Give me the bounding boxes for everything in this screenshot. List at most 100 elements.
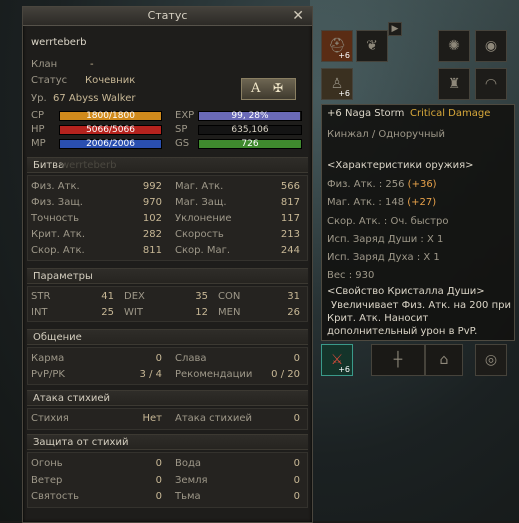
fame-label: Слава <box>175 353 207 364</box>
dark-label: Тьма <box>175 491 201 502</box>
status-window: Статус ✕ werrteberb Клан - Статус Кочевн… <box>22 6 313 523</box>
exp-value: 99, 28% <box>231 111 269 121</box>
pvp-label: PvP/PK <box>31 369 65 380</box>
accuracy-label: Точность <box>31 213 80 224</box>
hp-bar: 5066/5066 <box>59 125 162 135</box>
battle-header-label: Битва <box>33 160 65 171</box>
hp-value: 5066/5066 <box>86 125 135 135</box>
fame-value: 0 <box>293 353 300 364</box>
exp-bar: 99, 28% <box>198 111 302 121</box>
mask-slot[interactable]: ◠ <box>475 68 507 100</box>
battle-panel: Физ. Атк. 992 Физ. Защ. 970 Точность 102… <box>27 175 308 261</box>
accessory-slot[interactable]: ✺ <box>438 30 470 62</box>
character-name: werrteberb <box>31 37 87 48</box>
level-label: Ур. <box>31 93 47 104</box>
offhand-slot[interactable]: ┼ <box>371 344 425 376</box>
gs-label: GS <box>175 138 190 149</box>
tooltip-patk: Физ. Атк. : 256 (+36) <box>327 179 437 190</box>
battle-header: Битва werrteberb <box>27 157 308 173</box>
bracelet-slot[interactable]: ⌂ <box>425 344 463 376</box>
str-value: 41 <box>101 291 114 302</box>
dex-label: DEX <box>124 291 145 302</box>
shield-slot[interactable]: ◉ <box>475 30 507 62</box>
element-defense-header: Защита от стихий <box>27 434 308 450</box>
tooltip-soulshot: Исп. Заряд Души : X 1 <box>327 234 444 245</box>
clan-crest-icon: ✠ <box>273 81 284 95</box>
tooltip-matk: Маг. Атк. : 148 (+27) <box>327 197 436 208</box>
con-label: CON <box>218 291 241 302</box>
patk-label: Физ. Атк. <box>31 181 80 192</box>
con-value: 31 <box>287 291 300 302</box>
gs-bar: 726 <box>198 139 302 149</box>
armor-slot[interactable]: ♙ +6 <box>321 68 353 100</box>
gs-value: 726 <box>241 139 259 149</box>
tooltip-type: Кинжал / Одноручный <box>327 129 445 140</box>
social-header-label: Общение <box>33 332 82 343</box>
expand-arrow-button[interactable]: ▶ <box>388 22 402 36</box>
params-panel: STR 41 DEX 35 CON 31 INT 25 WIT 12 MEN 2… <box>27 286 308 322</box>
tooltip-crystal-title: <Свойство Кристалла Души> <box>327 286 485 297</box>
speed-value: 213 <box>280 229 300 240</box>
tooltip-crystal-line1: Увеличивает Физ. Атк. на 200 при <box>331 300 511 311</box>
element-defense-panel: Огонь 0 Ветер 0 Святость 0 Вода 0 Земля … <box>27 452 308 508</box>
gloves-slot[interactable]: ♜ <box>438 68 470 100</box>
window-title: Статус <box>147 9 188 22</box>
int-value: 25 <box>101 307 114 318</box>
ring-slot[interactable]: ◎ <box>475 344 507 376</box>
tooltip-patk-label: Физ. Атк. : 256 <box>327 179 405 190</box>
battle-watermark: werrteberb <box>61 160 117 171</box>
element-attack-label: Атака стихией <box>175 413 253 424</box>
tooltip-spiritshot: Исп. Заряд Духа : X 1 <box>327 252 440 263</box>
holy-value: 0 <box>155 491 162 502</box>
element-label: Стихия <box>31 413 69 424</box>
atkspd-label: Скор. Атк. <box>31 245 85 256</box>
karma-label: Карма <box>31 353 65 364</box>
wind-label: Ветер <box>31 475 63 486</box>
speed-label: Скорость <box>175 229 224 240</box>
water-label: Вода <box>175 458 202 469</box>
grid-icon: ┼ <box>393 352 403 368</box>
matk-label: Маг. Атк. <box>175 181 224 192</box>
helmet-slot[interactable]: ⛑ +6 <box>321 30 353 62</box>
element-attack-panel: Стихия Нет Атака стихией 0 <box>27 408 308 430</box>
earth-label: Земля <box>175 475 208 486</box>
tooltip-matk-label: Маг. Атк. : 148 <box>327 197 405 208</box>
shield-icon: ◉ <box>484 38 498 54</box>
evasion-label: Уклонение <box>175 213 232 224</box>
fire-value: 0 <box>155 458 162 469</box>
necklace-slot[interactable]: ❦ <box>356 30 388 62</box>
element-attack-header-label: Атака стихией <box>33 393 111 404</box>
dex-value: 35 <box>195 291 208 302</box>
pvp-value: 3 / 4 <box>139 369 162 380</box>
fire-label: Огонь <box>31 458 63 469</box>
matk-value: 566 <box>280 181 300 192</box>
pdef-label: Физ. Защ. <box>31 197 83 208</box>
element-attack-header: Атака стихией <box>27 390 308 406</box>
status-label: Статус <box>31 75 68 86</box>
tooltip-weight: Вес : 930 <box>327 270 375 281</box>
helmet-enchant: +6 <box>338 51 350 60</box>
accuracy-value: 102 <box>142 213 162 224</box>
gloves-icon: ♜ <box>447 76 461 92</box>
dark-value: 0 <box>293 491 300 502</box>
clan-value: - <box>90 59 94 70</box>
bracelet-icon: ⌂ <box>439 352 449 368</box>
crit-value: 282 <box>142 229 162 240</box>
karma-value: 0 <box>155 353 162 364</box>
weapon-slot[interactable]: ⚔ +6 <box>321 344 353 376</box>
evasion-value: 117 <box>280 213 300 224</box>
close-icon[interactable]: ✕ <box>292 7 304 25</box>
tooltip-item-name: Naga Storm <box>345 108 405 119</box>
grade-badge[interactable]: A ✠ <box>241 78 296 100</box>
men-label: MEN <box>218 307 241 318</box>
hp-label: HP <box>31 124 45 135</box>
grade-a-icon: A <box>251 81 261 96</box>
window-titlebar[interactable]: Статус ✕ <box>23 7 312 26</box>
recommend-value: 0 / 20 <box>271 369 300 380</box>
exp-label: EXP <box>175 110 195 121</box>
mp-value: 2006/2006 <box>86 139 135 149</box>
tooltip-speed: Скор. Атк. : Оч. быстро <box>327 216 449 227</box>
tooltip-patk-bonus: (+36) <box>407 179 437 190</box>
element-defense-header-label: Защита от стихий <box>33 437 129 448</box>
pdef-value: 970 <box>142 197 162 208</box>
